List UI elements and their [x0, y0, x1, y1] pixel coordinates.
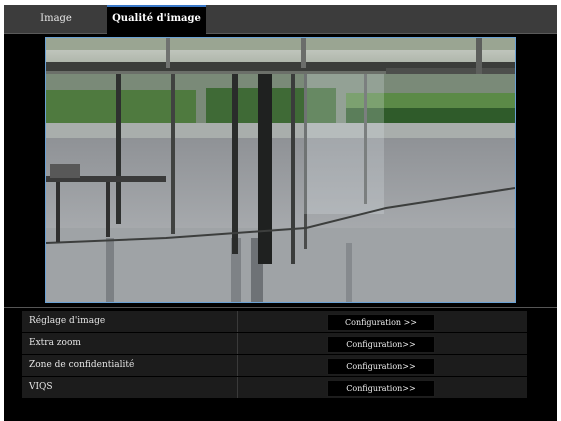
camera-live-preview — [45, 37, 516, 303]
row-divider — [237, 311, 238, 332]
image-adjust-config-button[interactable]: Configuration >> — [327, 314, 435, 331]
setting-row-extra-zoom: Extra zoom Configuration>> — [22, 333, 527, 354]
row-divider — [237, 355, 238, 376]
setting-label: VIQS — [29, 382, 53, 392]
viqs-config-button[interactable]: Configuration>> — [327, 380, 435, 397]
row-divider — [237, 333, 238, 354]
row-divider — [237, 377, 238, 398]
setting-label: Extra zoom — [29, 338, 81, 348]
setting-label: Zone de confidentialité — [29, 360, 135, 370]
extra-zoom-config-button[interactable]: Configuration>> — [327, 336, 435, 353]
setting-label: Réglage d'image — [29, 316, 106, 326]
tab-image[interactable]: Image — [9, 5, 103, 33]
settings-list: Réglage d'image Configuration >> Extra z… — [22, 311, 527, 399]
tab-bar: Image Qualité d'image — [4, 5, 557, 34]
setting-row-viqs: VIQS Configuration>> — [22, 377, 527, 398]
setting-row-privacy-zone: Zone de confidentialité Configuration>> — [22, 355, 527, 376]
tab-image-quality[interactable]: Qualité d'image — [107, 5, 206, 34]
camera-settings-panel: Image Qualité d'image Réglage d'image Co… — [4, 5, 557, 421]
setting-row-image-adjust: Réglage d'image Configuration >> — [22, 311, 527, 332]
section-divider — [4, 307, 557, 308]
privacy-zone-config-button[interactable]: Configuration>> — [327, 358, 435, 375]
